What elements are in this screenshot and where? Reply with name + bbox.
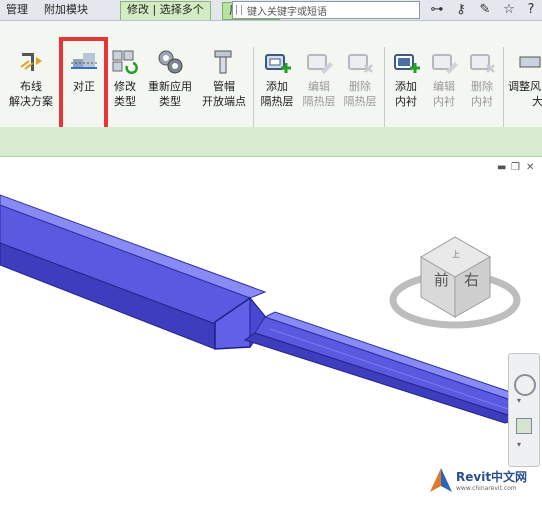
justify-highlight-box bbox=[59, 37, 108, 137]
cap-open-ends-button[interactable]: 管帽 开放端点 bbox=[195, 47, 253, 109]
steering-wheel-icon[interactable] bbox=[514, 374, 536, 396]
resize-duct-button[interactable]: 调整风 大 bbox=[502, 47, 542, 109]
navigation-bar: ▾ ▾ bbox=[508, 353, 540, 467]
resize-duct-icon bbox=[514, 47, 542, 77]
resize-duct-label-2: 大 bbox=[532, 95, 542, 108]
reapply-type-icon bbox=[155, 47, 185, 77]
cap-open-ends-label-1: 管帽 bbox=[213, 80, 235, 93]
close-icon[interactable]: ✕ bbox=[526, 162, 534, 173]
dropdown-chevron-icon[interactable]: ▾ bbox=[517, 396, 521, 405]
key-icon[interactable]: ⚷ bbox=[452, 1, 470, 19]
revit-logo-icon bbox=[430, 468, 452, 492]
resize-duct-label-1: 调整风 bbox=[508, 80, 541, 93]
communication-icon[interactable]: ✎ bbox=[476, 1, 494, 19]
ribbon-panel-titlebar bbox=[0, 127, 542, 157]
viewcube-front-face[interactable]: 前 bbox=[434, 271, 449, 289]
routing-solutions-label-1: 布线 bbox=[20, 80, 42, 93]
search-input[interactable]: 键入关键字或短语 bbox=[232, 1, 420, 19]
routing-solutions-button[interactable]: 布线 解决方案 bbox=[2, 47, 60, 109]
3d-viewport[interactable]: 前 右 上 bbox=[0, 157, 542, 503]
top-toolbar: 管理 附加模块 修改 | 选择多个 风管系统 ▭ ▾ 键入关键字或短语 ⊶ ⚷ … bbox=[0, 0, 542, 21]
search-grip-icon bbox=[236, 5, 242, 15]
viewcube-top-face[interactable]: 上 bbox=[452, 250, 460, 259]
tab-addins[interactable]: 附加模块 bbox=[38, 2, 94, 18]
reapply-type-label-1: 重新应用 bbox=[148, 80, 192, 93]
edit-insulation-icon bbox=[304, 47, 334, 77]
watermark-url: www.chinarevit.com bbox=[456, 485, 517, 492]
cap-open-ends-icon bbox=[209, 47, 239, 77]
favorites-star-icon[interactable]: ☆ bbox=[500, 1, 518, 19]
binoculars-icon[interactable]: ⊶ bbox=[428, 1, 446, 19]
search-placeholder: 键入关键字或短语 bbox=[247, 7, 327, 18]
duct-model[interactable]: 前 右 上 bbox=[0, 157, 542, 503]
routing-solutions-icon bbox=[16, 47, 46, 77]
reapply-type-label-2: 类型 bbox=[159, 95, 181, 108]
remove-lining-icon bbox=[467, 47, 497, 77]
viewcube-right-face[interactable]: 右 bbox=[464, 271, 479, 289]
tab-modify-multi-select[interactable]: 修改 | 选择多个 bbox=[120, 1, 211, 20]
restore-icon[interactable]: ❐ bbox=[511, 162, 520, 173]
watermark-logo: Revit中文网 www.chinarevit.com bbox=[430, 466, 540, 496]
help-icon[interactable]: ? bbox=[522, 1, 540, 19]
zoom-dropdown-icon[interactable]: ▾ bbox=[517, 440, 521, 449]
modify-type-icon bbox=[110, 47, 140, 77]
minimize-icon[interactable]: ▬ bbox=[497, 162, 506, 173]
remove-insulation-icon bbox=[345, 47, 375, 77]
routing-solutions-label-2: 解决方案 bbox=[9, 95, 53, 108]
add-insulation-icon bbox=[262, 47, 292, 77]
reapply-type-button[interactable]: 重新应用 类型 bbox=[141, 47, 199, 109]
cap-open-ends-label-2: 开放端点 bbox=[202, 95, 246, 108]
tab-manage[interactable]: 管理 bbox=[0, 2, 34, 18]
zoom-region-icon[interactable] bbox=[516, 418, 532, 434]
watermark-brand: Revit中文网 bbox=[456, 470, 528, 484]
